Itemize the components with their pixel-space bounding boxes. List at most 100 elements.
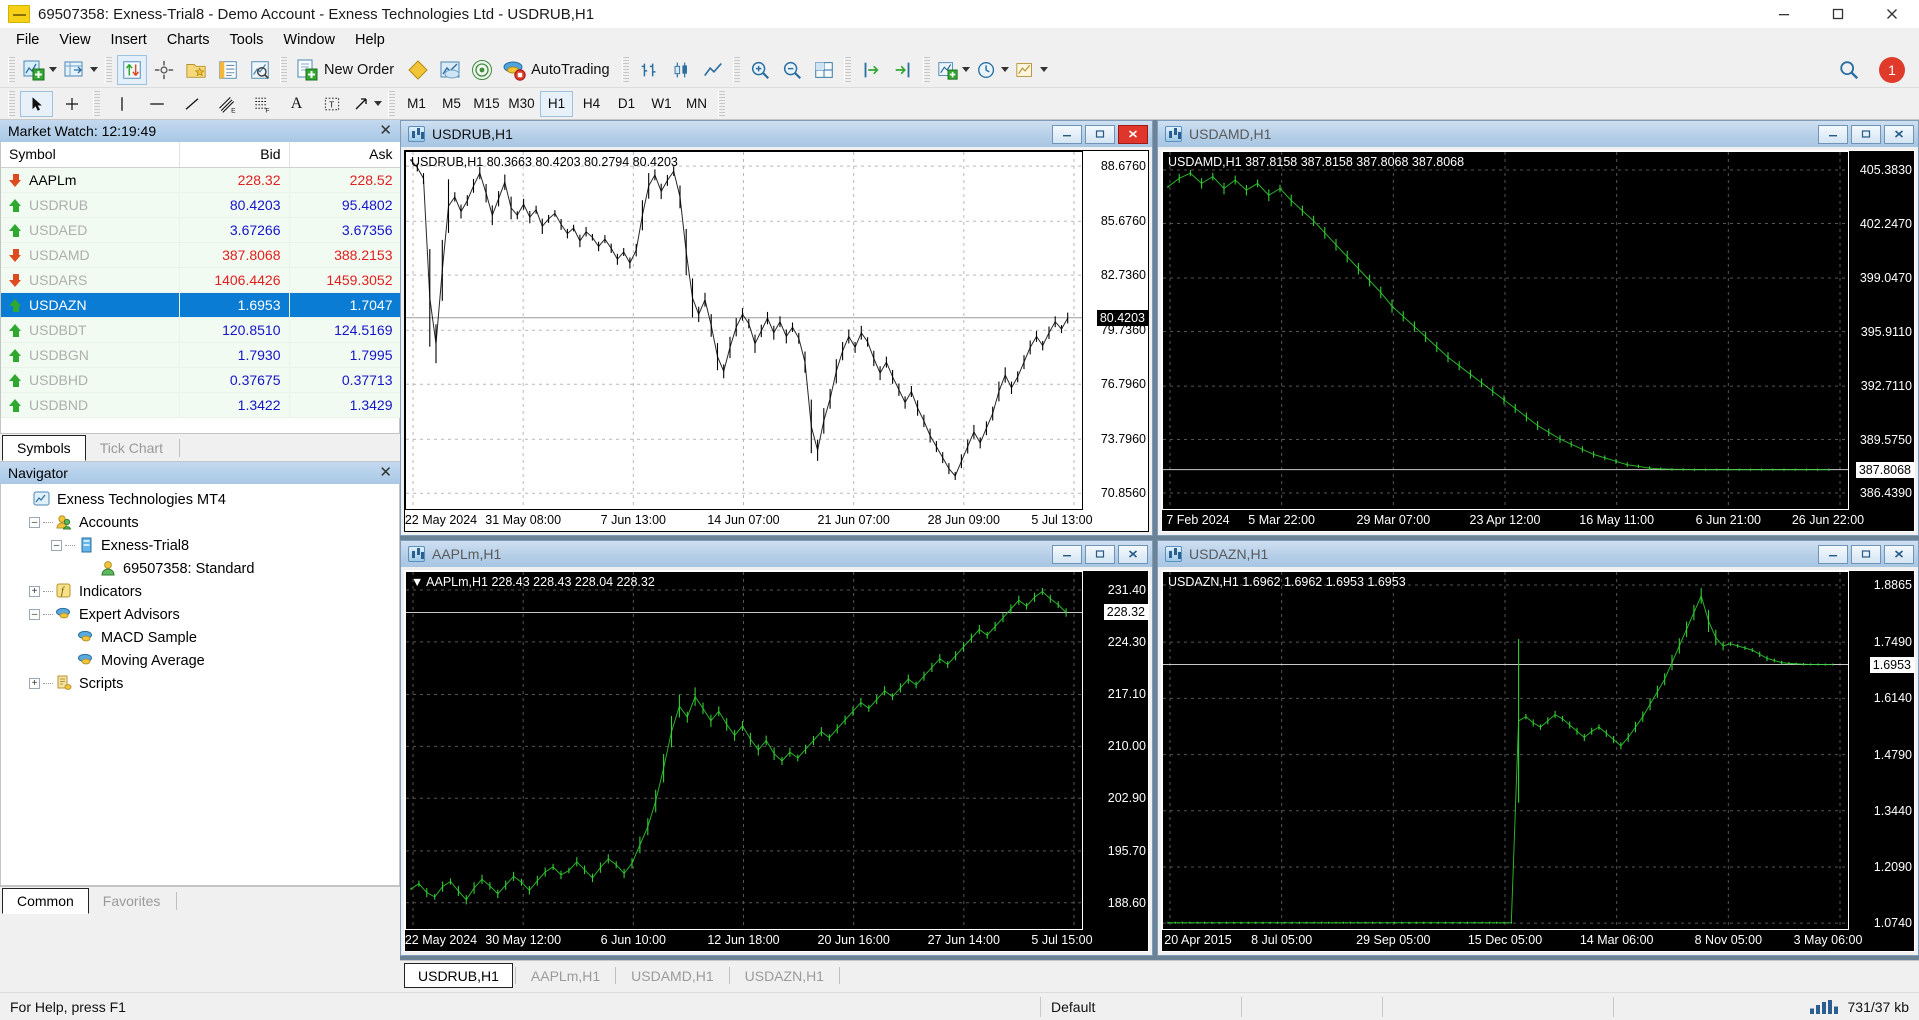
toolbar-grip[interactable] (922, 56, 930, 83)
timeframe-h4-button[interactable]: H4 (575, 91, 608, 117)
chart-close-button[interactable] (1118, 124, 1148, 144)
strategy-tester-button[interactable] (245, 55, 275, 85)
toolbar-grip[interactable] (621, 56, 629, 83)
equidistant-channel-button[interactable]: E (210, 91, 243, 117)
collapse-icon[interactable]: – (29, 609, 40, 620)
symbol-cell[interactable]: USDRUB (1, 192, 180, 218)
menu-item-window[interactable]: Window (273, 29, 345, 51)
column-header-ask[interactable]: Ask (289, 142, 402, 168)
timeframe-w1-button[interactable]: W1 (645, 91, 678, 117)
status-profile[interactable]: Default (1041, 993, 1241, 1020)
symbol-cell[interactable]: USDAZN (1, 292, 180, 318)
notification-badge[interactable]: 1 (1879, 56, 1905, 83)
chart-window-usdamd[interactable]: USDAMD,H1 USDAMD,H1 387.8158 387.8158 38… (1157, 120, 1919, 536)
chart-canvas-usdazn[interactable]: USDAZN,H1 1.6962 1.6962 1.6953 1.6953 1.8… (1161, 570, 1915, 952)
chart-body[interactable]: USDAZN,H1 1.6962 1.6962 1.6953 1.6953 1.8… (1158, 567, 1918, 955)
menu-item-file[interactable]: File (6, 29, 49, 51)
timeframe-m1-button[interactable]: M1 (400, 91, 433, 117)
market-watch-row[interactable]: USDARS 1406.4426 1459.3052 (1, 267, 402, 293)
period-button[interactable] (974, 55, 1011, 85)
candlestick-chart-button[interactable] (666, 55, 696, 85)
chart-minimize-button[interactable] (1818, 124, 1848, 144)
chart-body[interactable]: ▼ AAPLm,H1 228.43 228.43 228.04 228.32 23… (401, 567, 1152, 955)
arrows-button[interactable] (350, 91, 383, 117)
tab-favorites[interactable]: Favorites (89, 888, 175, 914)
chart-minimize-button[interactable] (1052, 544, 1082, 564)
symbol-cell[interactable]: USDBND (1, 392, 180, 418)
symbol-cell[interactable]: USDBDT (1, 317, 180, 343)
menu-item-help[interactable]: Help (345, 29, 395, 51)
chart-restore-button[interactable] (1085, 124, 1115, 144)
chart-close-button[interactable] (1884, 124, 1914, 144)
text-tool-button[interactable]: A (280, 91, 313, 117)
chart-body[interactable]: USDAMD,H1 387.8158 387.8158 387.8068 387… (1158, 147, 1918, 535)
close-icon[interactable]: ✕ (379, 464, 392, 482)
maximize-button[interactable] (1811, 0, 1865, 28)
market-button[interactable] (435, 55, 465, 85)
chart-titlebar[interactable]: USDRUB,H1 (401, 121, 1152, 147)
column-header-symbol[interactable]: Symbol (1, 142, 180, 168)
autotrading-button[interactable]: AutoTrading (499, 55, 616, 85)
signals-button[interactable] (467, 55, 497, 85)
expand-icon[interactable]: + (29, 586, 40, 597)
navigator-node[interactable]: Exness Technologies MT4 (1, 488, 399, 511)
expand-icon[interactable]: + (29, 678, 40, 689)
chart-tab-usdamd[interactable]: USDAMD,H1 (618, 963, 726, 988)
chart-tab-usdazn[interactable]: USDAZN,H1 (732, 963, 837, 988)
symbol-cell[interactable]: USDARS (1, 267, 180, 293)
zoom-in-button[interactable] (745, 55, 775, 85)
column-header-bid[interactable]: Bid (179, 142, 290, 168)
terminal-button[interactable] (213, 55, 243, 85)
chart-titlebar[interactable]: USDAMD,H1 (1158, 121, 1918, 147)
market-watch-button[interactable] (117, 54, 147, 85)
market-watch-row[interactable]: USDAMD 387.8068 388.2153 (1, 242, 402, 268)
tab-tick-chart[interactable]: Tick Chart (86, 435, 177, 461)
symbol-cell[interactable]: USDAMD (1, 242, 180, 268)
tab-common[interactable]: Common (2, 888, 89, 914)
close-icon[interactable]: ✕ (379, 122, 392, 140)
profiles-button[interactable] (61, 55, 100, 85)
zoom-out-button[interactable] (777, 55, 807, 85)
tile-windows-button[interactable] (809, 55, 839, 85)
market-watch-row[interactable]: USDBDT 120.8510 124.5169 (1, 317, 402, 343)
market-watch-row[interactable]: USDBHD 0.37675 0.37713 (1, 367, 402, 393)
chart-window-usdrub[interactable]: USDRUB,H1 USDRUB,H1 80.3663 80.4203 80.2… (400, 120, 1153, 536)
market-watch-row[interactable]: USDAZN 1.6953 1.7047 (1, 292, 402, 318)
market-watch-row[interactable]: USDBGN 1.7930 1.7995 (1, 342, 402, 368)
tab-symbols[interactable]: Symbols (2, 435, 86, 461)
market-watch-row[interactable]: USDBND 1.3422 1.3429 (1, 392, 402, 418)
indicators-button[interactable] (935, 55, 972, 85)
toolbar-grip[interactable] (280, 56, 287, 83)
navigator-node[interactable]: + f Indicators (1, 580, 399, 603)
crosshair-tool-button[interactable] (55, 91, 88, 117)
timeframe-h1-button[interactable]: H1 (540, 90, 573, 117)
toolbar-grip[interactable] (105, 56, 112, 83)
timeframe-m30-button[interactable]: M30 (505, 91, 538, 117)
data-window-button[interactable] (149, 55, 179, 85)
cursor-tool-button[interactable] (20, 90, 53, 117)
chart-close-button[interactable] (1884, 544, 1914, 564)
menu-item-charts[interactable]: Charts (157, 29, 220, 51)
symbol-cell[interactable]: USDBGN (1, 342, 180, 368)
menu-item-view[interactable]: View (49, 29, 100, 51)
shift-end-button[interactable] (856, 55, 886, 85)
chart-minimize-button[interactable] (1052, 124, 1082, 144)
chart-close-button[interactable] (1118, 544, 1148, 564)
toolbar-grip[interactable] (388, 90, 395, 117)
timeframe-d1-button[interactable]: D1 (610, 91, 643, 117)
horizontal-line-button[interactable] (140, 91, 173, 117)
new-chart-button[interactable] (20, 55, 59, 85)
toolbar-grip[interactable] (732, 56, 740, 83)
market-watch-row[interactable]: USDAED 3.67266 3.67356 (1, 217, 402, 243)
navigator-node[interactable]: MACD Sample (1, 626, 399, 649)
navigator-node[interactable]: – Expert Advisors (1, 603, 399, 626)
chart-window-usdazn[interactable]: USDAZN,H1 USDAZN,H1 1.6962 1.6962 1.6953… (1157, 540, 1919, 956)
chart-minimize-button[interactable] (1818, 544, 1848, 564)
text-label-button[interactable]: T (315, 91, 348, 117)
chart-canvas-usdrub[interactable]: USDRUB,H1 80.3663 80.4203 80.2794 80.420… (404, 150, 1149, 532)
minimize-button[interactable] (1757, 0, 1811, 28)
navigator-button[interactable] (181, 55, 211, 85)
timeframe-mn-button[interactable]: MN (680, 91, 713, 117)
navigator-node[interactable]: 69507358: Standard (1, 557, 399, 580)
templates-button[interactable] (1013, 55, 1050, 85)
